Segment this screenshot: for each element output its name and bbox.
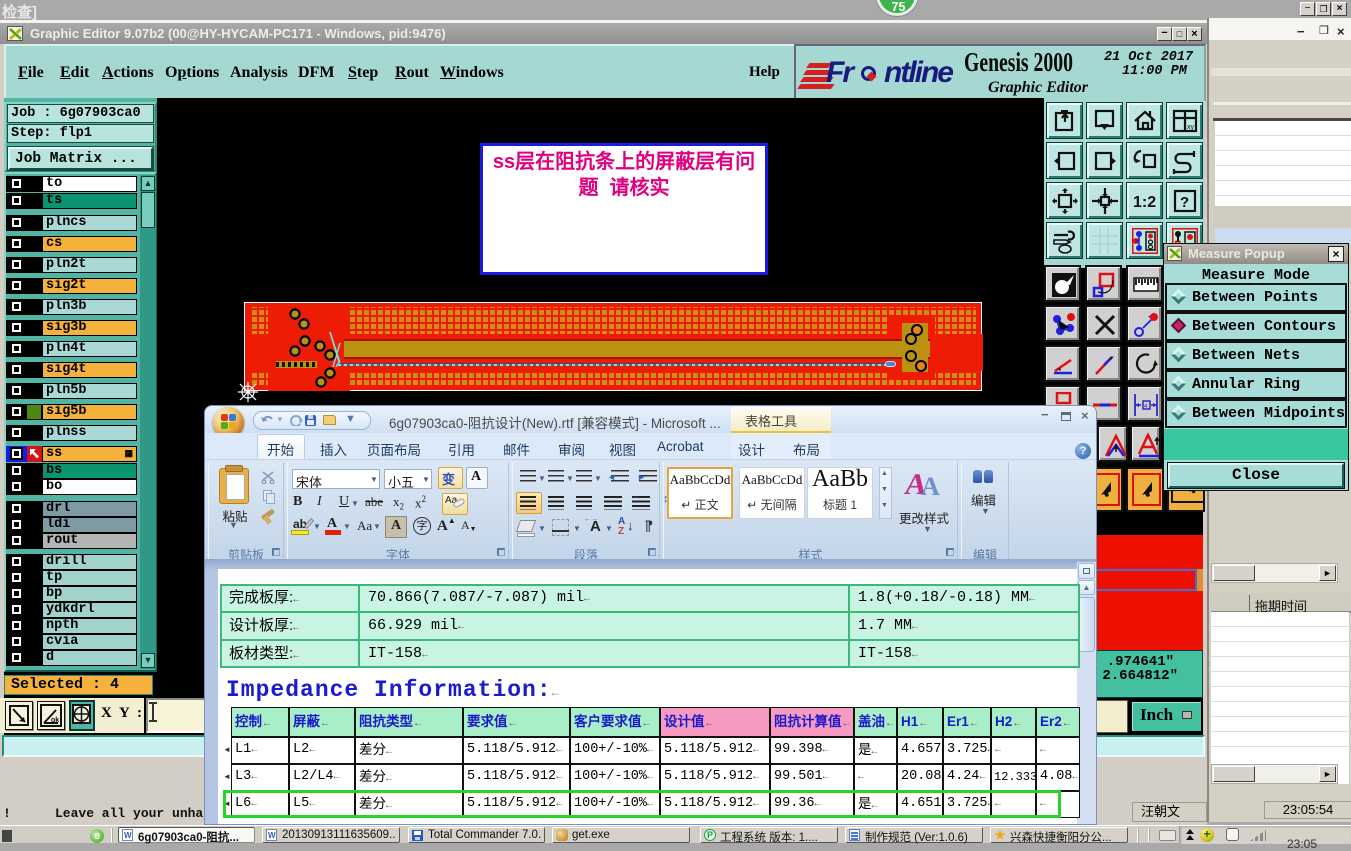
svg-text:?: ? [1180, 194, 1189, 211]
svg-text:ok: ok [51, 717, 59, 724]
svg-text:1:2: 1:2 [1133, 194, 1156, 211]
svg-text:xy: xy [1187, 124, 1195, 131]
